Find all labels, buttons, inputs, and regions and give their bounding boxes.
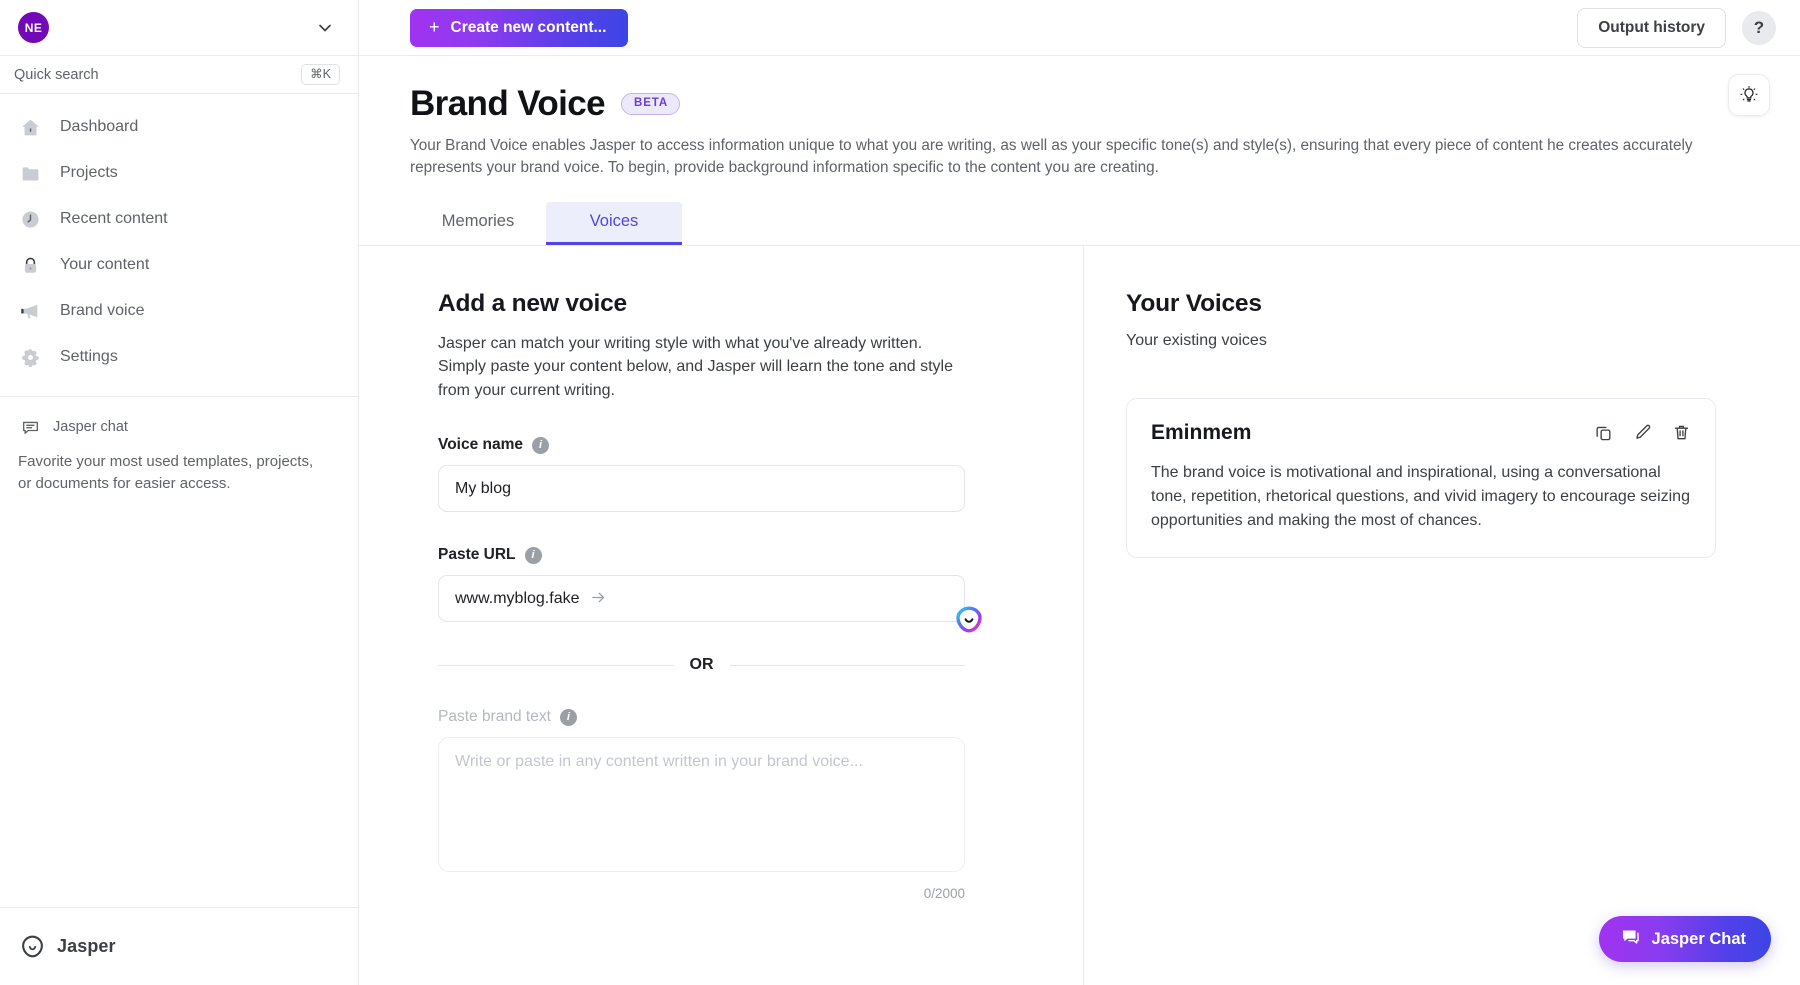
tab-voices[interactable]: Voices: [546, 202, 682, 245]
paste-brand-text-label-row: Paste brand text i: [438, 708, 965, 726]
your-voices-subtitle: Your existing voices: [1126, 332, 1800, 350]
sidebar-item-settings[interactable]: Settings: [0, 334, 358, 380]
add-voice-panel: Add a new voice Jasper can match your wr…: [359, 246, 1084, 985]
gear-icon: [18, 345, 42, 369]
content-area: Add a new voice Jasper can match your wr…: [359, 246, 1800, 985]
sidebar-item-label: Dashboard: [60, 118, 138, 136]
plus-icon: +: [429, 18, 440, 36]
paste-url-label-row: Paste URL i: [438, 546, 965, 564]
your-voices-panel: Your Voices Your existing voices Eminmem: [1084, 246, 1800, 985]
jasper-chat-fab[interactable]: Jasper Chat: [1599, 916, 1771, 962]
page-description: Your Brand Voice enables Jasper to acces…: [410, 135, 1700, 180]
sidebar-item-label: Settings: [60, 348, 118, 366]
main-area: + Create new content... Output history ?…: [359, 0, 1800, 985]
sidebar-item-label: Brand voice: [60, 302, 145, 320]
your-voices-title: Your Voices: [1126, 290, 1800, 318]
sidebar-item-brand-voice[interactable]: Brand voice: [0, 288, 358, 334]
avatar[interactable]: NE: [18, 12, 49, 43]
paste-url-input[interactable]: www.myblog.fake: [438, 575, 965, 622]
sidebar-jasper-chat-label: Jasper chat: [53, 419, 128, 435]
divider-line-left: [438, 665, 674, 666]
home-icon: [18, 115, 42, 139]
info-icon[interactable]: i: [560, 709, 577, 726]
page-title: Brand Voice: [410, 84, 605, 124]
sidebar-item-label: Your content: [60, 256, 149, 274]
idea-lightbulb-button[interactable]: [1728, 74, 1770, 116]
paste-url-field-group: Paste URL i www.myblog.fake: [438, 546, 965, 622]
page-header: Brand Voice BETA Your Brand Voice enable…: [359, 56, 1800, 246]
quick-search-shortcut: ⌘K: [301, 64, 340, 86]
voice-card[interactable]: Eminmem: [1126, 398, 1716, 558]
or-divider: OR: [438, 656, 965, 674]
voice-name-field-group: Voice name i: [438, 436, 965, 512]
delete-icon[interactable]: [1671, 423, 1691, 443]
info-icon[interactable]: i: [525, 547, 542, 564]
quick-search-bar[interactable]: Quick search ⌘K: [0, 56, 358, 94]
jasper-loading-spinner-icon: [952, 603, 986, 637]
sidebar-jasper-chat[interactable]: Jasper chat: [0, 397, 358, 437]
quick-search-label: Quick search: [14, 67, 99, 83]
create-new-content-button[interactable]: + Create new content...: [410, 9, 628, 47]
add-voice-description: Jasper can match your writing style with…: [438, 332, 965, 403]
sidebar-item-projects[interactable]: Projects: [0, 150, 358, 196]
sidebar-brand-footer[interactable]: Jasper: [0, 907, 358, 985]
paste-brand-text-label: Paste brand text: [438, 708, 551, 726]
sidebar-item-recent-content[interactable]: Recent content: [0, 196, 358, 242]
chat-bubble-icon: [20, 417, 40, 437]
megaphone-icon: [18, 299, 42, 323]
sidebar-account-header[interactable]: NE: [0, 0, 358, 56]
paste-brand-text-group: Paste brand text i 0/2000: [438, 708, 965, 901]
jasper-brand-name: Jasper: [57, 936, 116, 957]
or-label: OR: [690, 656, 714, 674]
chat-bubble-icon: [1620, 926, 1641, 952]
top-toolbar: + Create new content... Output history ?: [359, 0, 1800, 56]
sidebar: NE Quick search ⌘K Dashboard Pro: [0, 0, 359, 985]
edit-icon[interactable]: [1632, 423, 1652, 443]
beta-badge: BETA: [621, 93, 680, 115]
info-icon[interactable]: i: [532, 437, 549, 454]
jasper-chat-fab-label: Jasper Chat: [1652, 930, 1746, 949]
paste-brand-text-input[interactable]: [438, 737, 965, 872]
app-root: NE Quick search ⌘K Dashboard Pro: [0, 0, 1800, 985]
lock-icon: [18, 253, 42, 277]
arrow-right-icon[interactable]: [590, 589, 607, 609]
divider-line-right: [730, 665, 966, 666]
voice-name-input[interactable]: [438, 465, 965, 512]
textarea-wrapper: 0/2000: [438, 737, 965, 901]
title-row: Brand Voice BETA: [410, 84, 1749, 124]
paste-url-value: www.myblog.fake: [455, 590, 580, 608]
paste-url-label: Paste URL: [438, 546, 516, 564]
voice-card-header: Eminmem: [1151, 421, 1691, 445]
add-voice-title: Add a new voice: [438, 290, 1083, 318]
clock-icon: [18, 207, 42, 231]
voice-card-actions: [1593, 423, 1691, 443]
sidebar-item-your-content[interactable]: Your content: [0, 242, 358, 288]
sidebar-item-label: Projects: [60, 164, 118, 182]
copy-icon[interactable]: [1593, 423, 1613, 443]
folder-icon: [18, 161, 42, 185]
tab-memories[interactable]: Memories: [410, 202, 546, 245]
output-history-button[interactable]: Output history: [1577, 8, 1726, 48]
voice-card-name: Eminmem: [1151, 421, 1251, 445]
chevron-down-icon[interactable]: [314, 17, 336, 39]
sidebar-item-label: Recent content: [60, 210, 168, 228]
sidebar-item-dashboard[interactable]: Dashboard: [0, 104, 358, 150]
create-new-content-label: Create new content...: [451, 19, 607, 37]
sidebar-nav: Dashboard Projects Recent content Your c…: [0, 94, 358, 388]
character-counter: 0/2000: [438, 886, 965, 901]
voice-name-label: Voice name: [438, 436, 523, 454]
tab-bar: Memories Voices: [410, 202, 1749, 245]
jasper-logo-icon: [20, 934, 45, 959]
voice-card-description: The brand voice is motivational and insp…: [1151, 461, 1691, 533]
sidebar-hint: Favorite your most used templates, proje…: [0, 437, 358, 495]
help-button[interactable]: ?: [1742, 11, 1776, 45]
voice-name-label-row: Voice name i: [438, 436, 965, 454]
